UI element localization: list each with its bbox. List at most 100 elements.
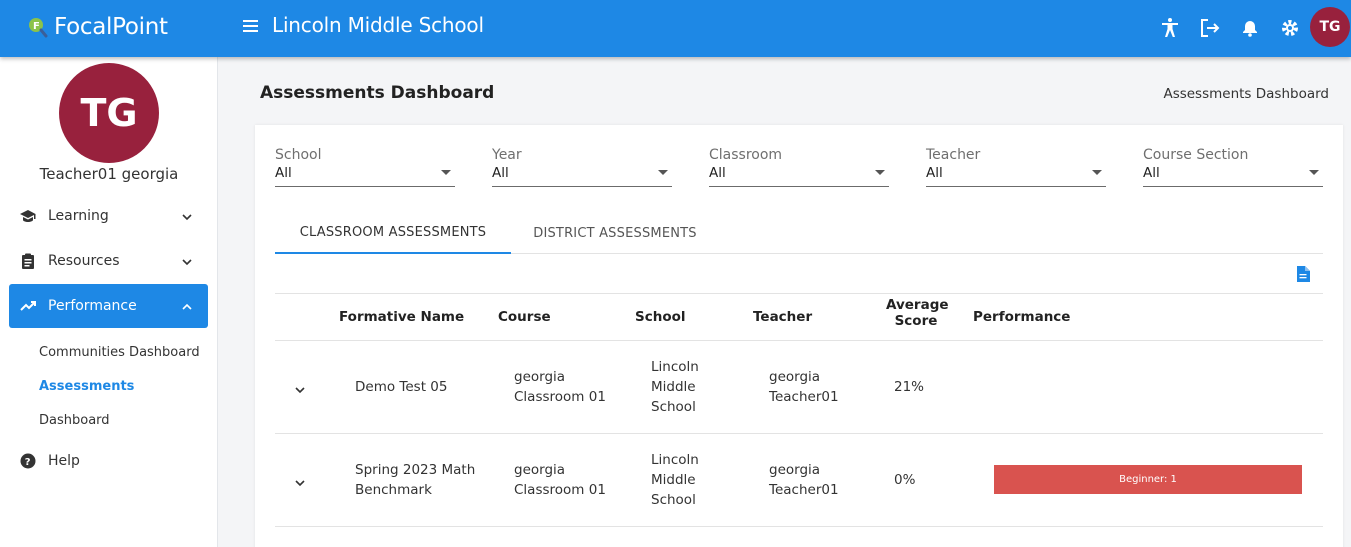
year-filter[interactable]: Year All	[492, 147, 672, 187]
col-average-score[interactable]: Average Score	[886, 297, 949, 329]
sidebar: TG Teacher01 georgia Learning Resources	[0, 57, 218, 547]
caret-down-icon	[875, 170, 885, 175]
user-avatar[interactable]: TG	[1310, 7, 1350, 47]
school-filter[interactable]: School All	[275, 147, 455, 187]
filter-label: Classroom	[709, 147, 783, 163]
menu-icon[interactable]	[242, 17, 260, 35]
brand[interactable]: F FocalPoint	[26, 10, 168, 44]
cell-line: georgia	[769, 462, 821, 478]
gear-icon[interactable]	[1278, 16, 1302, 40]
course-section-filter[interactable]: Course Section All	[1143, 147, 1323, 187]
chevron-down-icon	[182, 255, 192, 266]
col-performance[interactable]: Performance	[973, 309, 1070, 325]
caret-down-icon	[1092, 170, 1102, 175]
sidebar-item-learning[interactable]: Learning	[9, 194, 208, 238]
sidebar-item-help[interactable]: ? Help	[9, 439, 208, 483]
cell-formative-name: Demo Test 05	[355, 377, 447, 397]
cell-course: georgia Classroom 01	[514, 460, 606, 500]
performance-bar-beginner[interactable]: Beginner: 1	[994, 465, 1302, 494]
col-teacher[interactable]: Teacher	[753, 309, 812, 325]
chevron-up-icon	[182, 300, 192, 310]
sidebar-item-label: Help	[48, 453, 80, 469]
cell-formative-name: Spring 2023 Math Benchmark	[355, 460, 475, 500]
filter-value: All	[926, 165, 943, 181]
cell-line: Middle	[651, 379, 696, 395]
table-row: Demo Test 05 georgia Classroom 01 Lincol…	[275, 341, 1323, 434]
classroom-filter[interactable]: Classroom All	[709, 147, 889, 187]
filter-value: All	[492, 165, 509, 181]
page-title: Assessments Dashboard	[260, 83, 495, 103]
assessments-card: School All Year All Classroom All Teache…	[255, 125, 1343, 547]
cell-average-score: 21%	[894, 379, 925, 395]
cell-line: Demo Test 05	[355, 379, 448, 395]
cell-line: georgia	[769, 369, 821, 385]
profile-avatar: TG	[59, 63, 159, 163]
cell-school: Lincoln Middle School	[651, 357, 699, 417]
sidebar-subitem-assessments[interactable]: Assessments	[39, 379, 134, 394]
filter-value: All	[709, 165, 726, 181]
logout-icon[interactable]	[1198, 16, 1222, 40]
accessibility-icon[interactable]	[1158, 16, 1182, 40]
cell-course: georgia Classroom 01	[514, 367, 606, 407]
cell-line: georgia	[514, 369, 566, 385]
sidebar-item-label: Resources	[48, 253, 120, 269]
col-course[interactable]: Course	[498, 309, 551, 325]
expand-row-icon[interactable]	[294, 381, 306, 394]
caret-down-icon	[1309, 170, 1319, 175]
filter-label: Course Section	[1143, 147, 1249, 163]
brand-name: FocalPoint	[54, 14, 168, 40]
sidebar-subitem-dashboard[interactable]: Dashboard	[39, 413, 110, 428]
filter-label: Teacher	[926, 147, 981, 163]
filter-value: All	[1143, 165, 1160, 181]
cell-line: Classroom 01	[514, 389, 606, 405]
cell-line: School	[651, 399, 696, 415]
cell-line: georgia	[514, 462, 566, 478]
svg-text:F: F	[33, 21, 40, 32]
cell-line: School	[651, 492, 696, 508]
caret-down-icon	[441, 170, 451, 175]
cell-line: Middle	[651, 472, 696, 488]
user-name: Teacher01 georgia	[39, 165, 179, 183]
trending-up-icon	[20, 298, 36, 314]
assessment-tabs: CLASSROOM ASSESSMENTS DISTRICT ASSESSMEN…	[275, 212, 1323, 254]
cell-line: Teacher01	[769, 482, 839, 498]
cell-line: Benchmark	[355, 482, 432, 498]
sidebar-item-performance[interactable]: Performance	[9, 284, 208, 328]
cell-line: Classroom 01	[514, 482, 606, 498]
cell-line: Lincoln	[651, 359, 699, 375]
tab-district-assessments[interactable]: DISTRICT ASSESSMENTS	[511, 212, 719, 254]
bell-icon[interactable]	[1238, 16, 1262, 40]
col-average-line2: Score	[894, 313, 938, 329]
export-document-icon[interactable]	[1296, 266, 1310, 282]
col-school[interactable]: School	[635, 309, 686, 325]
chevron-down-icon	[182, 210, 192, 221]
cell-line: Teacher01	[769, 389, 839, 405]
focalpoint-logo-icon: F	[26, 16, 48, 38]
cell-teacher: georgia Teacher01	[769, 460, 839, 500]
caret-down-icon	[658, 170, 668, 175]
cell-school: Lincoln Middle School	[651, 450, 699, 510]
clipboard-icon	[20, 253, 36, 269]
cell-average-score: 0%	[894, 472, 916, 488]
table-header: Formative Name Course School Teacher Ave…	[275, 293, 1323, 341]
graduation-cap-icon	[20, 208, 36, 224]
help-icon: ?	[20, 453, 36, 469]
filter-value: All	[275, 165, 292, 181]
sidebar-item-label: Learning	[48, 208, 109, 224]
top-app-bar: F FocalPoint Lincoln Middle School TG	[0, 0, 1351, 57]
breadcrumb[interactable]: Assessments Dashboard	[1163, 86, 1329, 102]
teacher-filter[interactable]: Teacher All	[926, 147, 1106, 187]
cell-line: Spring 2023 Math	[355, 462, 476, 478]
expand-row-icon[interactable]	[294, 474, 306, 487]
table-row: Spring 2023 Math Benchmark georgia Class…	[275, 434, 1323, 527]
tab-classroom-assessments[interactable]: CLASSROOM ASSESSMENTS	[275, 212, 511, 254]
col-formative-name[interactable]: Formative Name	[339, 309, 464, 325]
sidebar-subitem-communities-dashboard[interactable]: Communities Dashboard	[39, 345, 200, 360]
cell-teacher: georgia Teacher01	[769, 367, 839, 407]
cell-line: Lincoln	[651, 452, 699, 468]
school-title: Lincoln Middle School	[272, 13, 484, 37]
sidebar-item-resources[interactable]: Resources	[9, 239, 208, 283]
col-average-line1: Average	[886, 297, 949, 313]
svg-text:?: ?	[25, 457, 31, 468]
filter-label: School	[275, 147, 322, 163]
